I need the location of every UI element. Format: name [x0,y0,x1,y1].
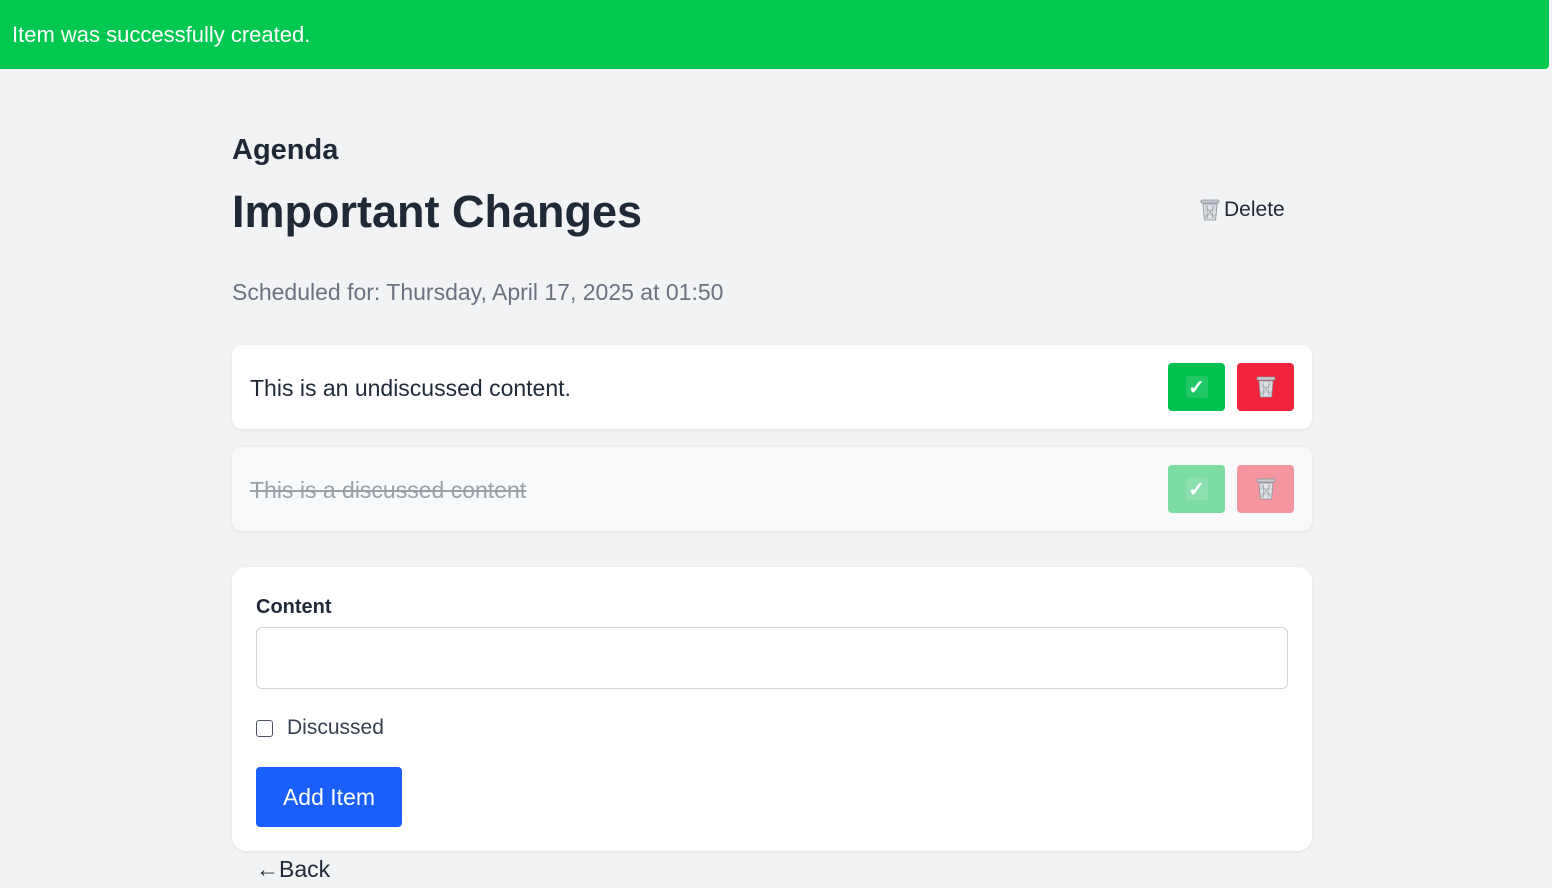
content-label: Content [256,596,332,618]
agenda-item: This is an undiscussed content. ✓ [232,345,1312,429]
mark-discussed-button[interactable]: ✓ [1168,363,1225,411]
wastebasket-icon [1256,375,1276,399]
page-title: Important Changes [232,186,643,237]
discussed-label[interactable]: Discussed [287,716,384,740]
mark-discussed-button[interactable]: ✓ [1168,465,1225,513]
add-item-button[interactable]: Add Item [256,767,402,827]
wastebasket-icon [1200,198,1220,222]
content-input[interactable] [256,627,1288,689]
schedule-text: Scheduled for: Thursday, April 17, 2025 … [232,279,724,305]
discussed-checkbox-row[interactable]: Discussed [256,716,384,740]
agenda-item: This is a discussed content ✓ [232,447,1312,531]
item-content: This is a discussed content [250,477,527,503]
delete-label: Delete [1224,198,1285,221]
flash-message: Item was successfully created. [12,22,311,47]
delete-agenda-button[interactable]: Delete [1200,198,1285,222]
delete-item-button[interactable] [1237,465,1294,513]
back-link[interactable]: ←Back [256,856,330,883]
wastebasket-icon [1256,477,1276,501]
delete-item-button[interactable] [1237,363,1294,411]
check-icon: ✓ [1185,376,1208,399]
item-content: This is an undiscussed content. [250,375,571,401]
discussed-checkbox[interactable] [256,719,273,737]
success-flash-banner: Item was successfully created. [0,0,1549,69]
check-icon: ✓ [1185,478,1208,501]
new-item-form: Content Discussed Add Item [232,567,1312,851]
section-label: Agenda [232,134,339,166]
